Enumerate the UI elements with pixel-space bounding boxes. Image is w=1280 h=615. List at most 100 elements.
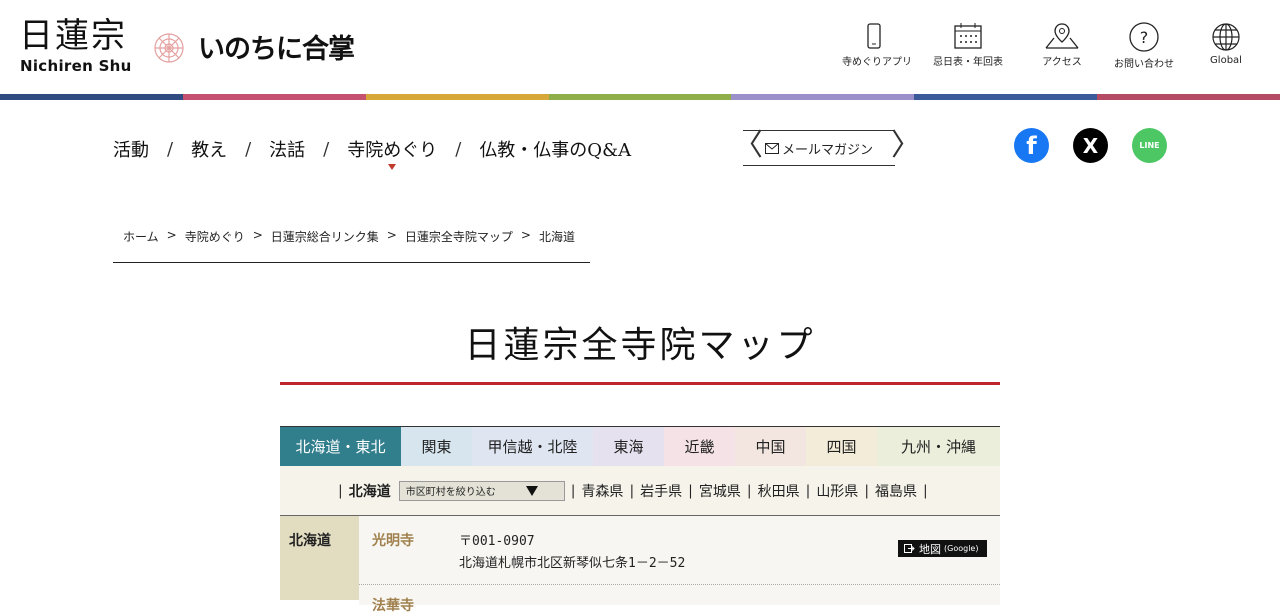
- divider: |: [570, 482, 576, 499]
- x-icon[interactable]: X: [1073, 128, 1108, 163]
- tab-hokkaido-tohoku[interactable]: 北海道・東北: [280, 427, 401, 473]
- social-links: f X LINE: [1014, 128, 1191, 163]
- divider: |: [923, 482, 928, 499]
- nav-teachings[interactable]: 教え: [191, 136, 227, 162]
- line-icon[interactable]: LINE: [1132, 128, 1167, 163]
- access-link-label: アクセス: [1042, 57, 1082, 68]
- temple-address: 北海道札幌市北区新琴似七条1－2－52: [459, 556, 686, 571]
- breadcrumb-sep: >: [386, 228, 397, 242]
- nav-temples[interactable]: 寺院めぐり: [347, 136, 438, 170]
- decorative-stripe: [0, 94, 1280, 100]
- list-item: 法華寺: [359, 585, 1000, 614]
- logo-jp[interactable]: 日蓮宗: [19, 17, 127, 55]
- global-link-label: Global: [1210, 55, 1242, 66]
- header-utility-nav: 寺めぐりアプリ 忌日表・年回表 アクセス ? お問い合わせ Global: [824, 22, 1258, 70]
- facebook-icon[interactable]: f: [1014, 128, 1049, 163]
- map-button-sub: (Google): [944, 544, 979, 553]
- results-pref-heading: 北海道: [280, 516, 359, 600]
- map-button-label: 地図: [919, 542, 941, 556]
- nav-separator: /: [245, 138, 252, 160]
- mail-magazine-box: メールマガジン: [743, 130, 895, 166]
- mail-icon: [764, 142, 779, 154]
- divider: |: [629, 482, 635, 499]
- list-item: 光明寺 〒001-0907 北海道札幌市北区新琴似七条1－2－52 地図 (Goo…: [359, 516, 1000, 585]
- site-header: 日蓮宗 Nichiren Shu いのちに合掌 寺めぐりアプリ 忌日表・年回表 …: [0, 0, 1280, 94]
- breadcrumb-sep: >: [520, 228, 531, 242]
- temple-name[interactable]: 法華寺: [372, 595, 414, 615]
- logo-en[interactable]: Nichiren Shu: [20, 57, 132, 75]
- tab-tokai[interactable]: 東海: [593, 427, 664, 466]
- nav-temples-label: 寺院めぐり: [347, 140, 438, 161]
- tab-kanto[interactable]: 関東: [401, 427, 472, 466]
- pref-miyagi[interactable]: 宮城県: [699, 481, 741, 501]
- breadcrumb-links[interactable]: 日蓮宗総合リンク集: [271, 228, 379, 245]
- app-link-label: 寺めぐりアプリ: [842, 57, 912, 68]
- prefecture-bar: | 北海道 市区町村を絞り込む | 青森県 | 岩手県 | 宮城県 | 秋田県 | 山形…: [280, 466, 1000, 516]
- stripe-segment: [1097, 94, 1280, 100]
- dropdown-arrow-icon: [525, 485, 538, 496]
- question-icon: ?: [1129, 22, 1159, 52]
- stripe-segment: [731, 94, 915, 100]
- tab-shikoku[interactable]: 四国: [806, 427, 877, 466]
- bracket-right-icon: 〉: [891, 128, 921, 163]
- access-link[interactable]: アクセス: [1030, 22, 1094, 70]
- contact-link-label: お問い合わせ: [1114, 59, 1174, 70]
- title-underline: [280, 382, 1000, 385]
- nav-activities[interactable]: 活動: [113, 136, 149, 162]
- municipality-select-value: 市区町村を絞り込む: [405, 487, 496, 498]
- lotus-emblem-icon: [154, 33, 184, 63]
- temple-name[interactable]: 光明寺: [372, 530, 414, 550]
- mail-magazine-button[interactable]: 〈 メールマガジン 〉: [733, 128, 921, 166]
- tab-koshinetsu-hokuriku[interactable]: 甲信越・北陸: [472, 427, 593, 466]
- nav-separator: /: [455, 138, 462, 160]
- main-nav: 活動 / 教え / 法話 / 寺院めぐり / 仏教・仏事のQ&A: [113, 136, 631, 170]
- x-glyph: X: [1082, 133, 1099, 158]
- stripe-segment: [0, 94, 183, 100]
- line-glyph: LINE: [1139, 141, 1160, 150]
- calendar-link[interactable]: 忌日表・年回表: [924, 22, 1012, 70]
- nav-separator: /: [167, 138, 174, 160]
- divider: |: [746, 482, 752, 499]
- temple-results: 北海道 光明寺 〒001-0907 北海道札幌市北区新琴似七条1－2－52 地図…: [280, 516, 1000, 614]
- breadcrumb-sep: >: [166, 228, 177, 242]
- nav-qa[interactable]: 仏教・仏事のQ&A: [479, 136, 631, 162]
- breadcrumb-temples[interactable]: 寺院めぐり: [185, 228, 245, 245]
- municipality-select[interactable]: 市区町村を絞り込む: [398, 480, 565, 501]
- divider: |: [338, 482, 343, 499]
- nav-sermons[interactable]: 法話: [269, 136, 305, 162]
- breadcrumb-current: 北海道: [538, 230, 575, 244]
- region-tabs: 北海道・東北 関東 甲信越・北陸 東海 近畿 中国 四国 九州・沖縄: [280, 426, 1000, 473]
- calendar-icon: [954, 23, 982, 49]
- divider: |: [805, 482, 811, 499]
- breadcrumb-home[interactable]: ホーム: [123, 228, 159, 245]
- tab-kyushu-okinawa[interactable]: 九州・沖縄: [877, 427, 1000, 466]
- app-link[interactable]: 寺めぐりアプリ: [842, 22, 912, 70]
- divider: |: [688, 482, 693, 499]
- pref-hokkaido[interactable]: 北海道: [349, 481, 391, 501]
- external-link-icon: [904, 544, 915, 553]
- map-pin-icon: [1045, 23, 1079, 49]
- pref-yamagata[interactable]: 山形県: [816, 481, 858, 501]
- contact-link[interactable]: ? お問い合わせ: [1112, 22, 1176, 70]
- pref-aomori[interactable]: 青森県: [581, 481, 623, 501]
- breadcrumb-sep: >: [252, 228, 263, 242]
- global-link[interactable]: Global: [1194, 22, 1258, 70]
- current-indicator-icon: [388, 164, 397, 170]
- temple-zip: 〒001-0907: [459, 534, 535, 549]
- pref-fukushima[interactable]: 福島県: [875, 481, 917, 501]
- breadcrumb: ホーム > 寺院めぐり > 日蓮宗総合リンク集 > 日蓮宗全寺院マップ > 北海道: [113, 220, 590, 263]
- svg-text:?: ?: [1140, 28, 1149, 47]
- tab-kinki[interactable]: 近畿: [664, 427, 735, 466]
- tab-chugoku[interactable]: 中国: [735, 427, 806, 466]
- page-title: 日蓮宗全寺院マップ: [464, 325, 816, 366]
- pref-iwate[interactable]: 岩手県: [640, 481, 682, 501]
- map-google-button[interactable]: 地図 (Google): [898, 540, 987, 557]
- pref-akita[interactable]: 秋田県: [758, 481, 800, 501]
- stripe-segment: [365, 94, 549, 100]
- nav-separator: /: [323, 138, 330, 160]
- mail-magazine-label: メールマガジン: [781, 142, 873, 158]
- globe-icon: [1212, 23, 1240, 51]
- tagline: いのちに合掌: [198, 34, 355, 65]
- stripe-segment: [548, 94, 732, 100]
- breadcrumb-map[interactable]: 日蓮宗全寺院マップ: [405, 228, 513, 245]
